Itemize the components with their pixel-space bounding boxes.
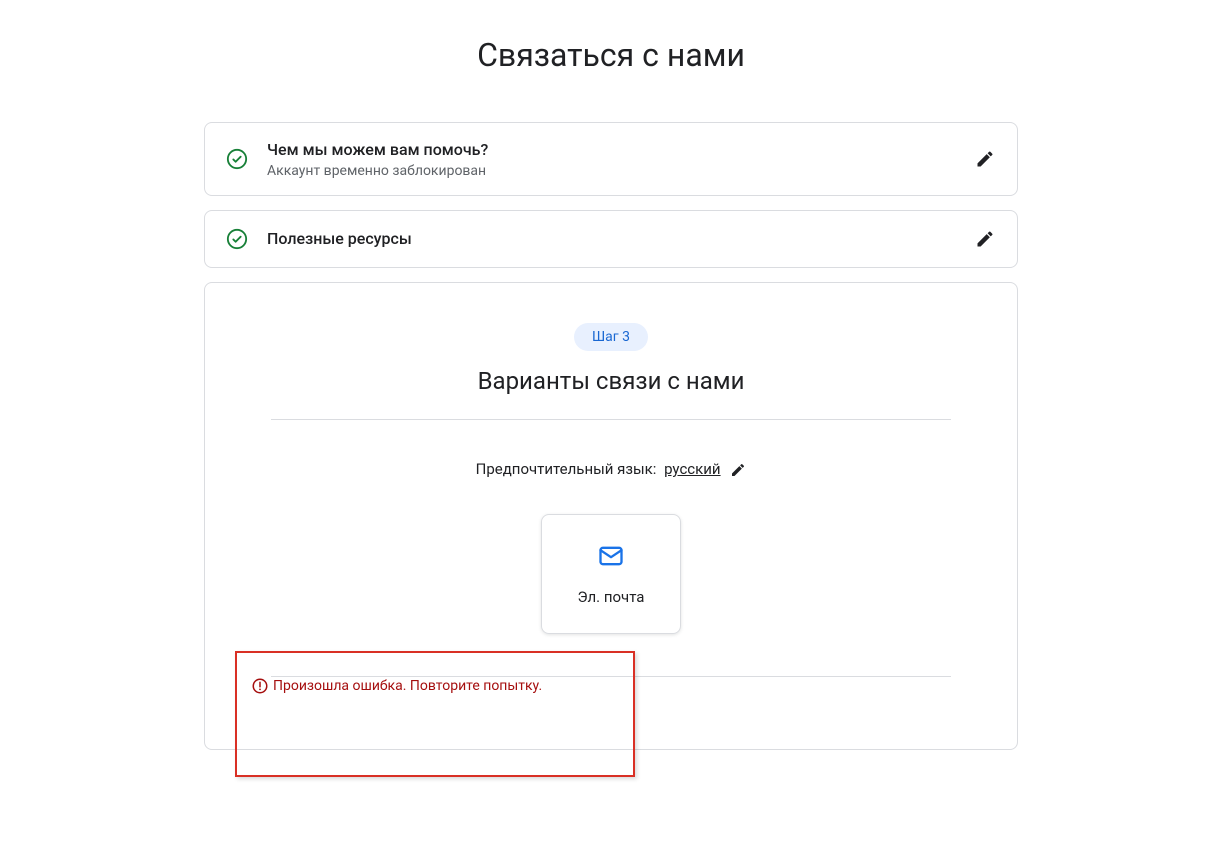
divider	[271, 419, 951, 420]
page-title: Связаться с нами	[204, 36, 1018, 74]
error-highlight-box: Произошла ошибка. Повторите попытку.	[235, 651, 635, 777]
error-message: Произошла ошибка. Повторите попытку.	[273, 678, 542, 694]
pencil-icon	[975, 229, 995, 249]
step2-content: Полезные ресурсы	[267, 228, 973, 250]
step2-edit-button[interactable]	[973, 227, 997, 251]
step3-heading: Варианты связи с нами	[265, 367, 957, 395]
pencil-icon	[975, 149, 995, 169]
language-row: Предпочтительный язык: русский	[265, 460, 957, 478]
step1-content: Чем мы можем вам помочь? Аккаунт временн…	[267, 139, 973, 179]
step2-title: Полезные ресурсы	[267, 228, 973, 250]
step3-card: Шаг 3 Варианты связи с нами Предпочтител…	[204, 282, 1018, 750]
language-edit-button[interactable]	[730, 462, 746, 478]
language-label: Предпочтительный язык:	[476, 460, 657, 478]
check-circle-icon	[225, 227, 249, 251]
pencil-icon	[730, 462, 746, 478]
step1-edit-button[interactable]	[973, 147, 997, 171]
alert-circle-icon	[251, 677, 269, 695]
step1-title: Чем мы можем вам помочь?	[267, 139, 973, 161]
mail-icon	[597, 542, 625, 570]
email-option-card[interactable]: Эл. почта	[541, 514, 681, 634]
step3-badge: Шаг 3	[574, 323, 648, 351]
step1-subtitle: Аккаунт временно заблокирован	[267, 163, 973, 179]
language-value[interactable]: русский	[664, 460, 720, 478]
divider	[271, 676, 951, 677]
step2-accordion[interactable]: Полезные ресурсы	[204, 210, 1018, 268]
check-circle-icon	[225, 147, 249, 171]
step1-accordion[interactable]: Чем мы можем вам помочь? Аккаунт временн…	[204, 122, 1018, 196]
email-option-label: Эл. почта	[578, 588, 645, 606]
